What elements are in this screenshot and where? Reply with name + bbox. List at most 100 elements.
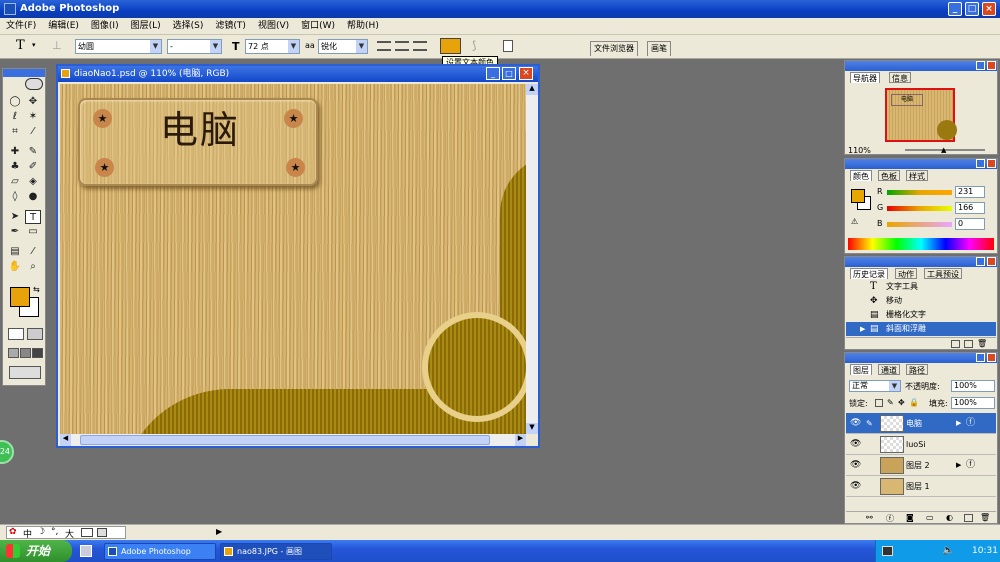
move-icon[interactable]: ✥	[25, 95, 41, 109]
show-desktop-icon[interactable]	[80, 545, 92, 557]
navigator-thumbnail[interactable]: 电脑	[885, 88, 957, 142]
font-family-select[interactable]: 幼圆 ▼	[75, 39, 162, 54]
color-ramp[interactable]	[848, 238, 994, 250]
lasso-icon[interactable]: ℓ	[7, 110, 23, 124]
ime-menu-icon[interactable]	[97, 528, 107, 537]
volume-icon[interactable]: 🔈	[942, 540, 954, 562]
path-selection-icon[interactable]: ➤	[7, 210, 23, 224]
punctuation-icon[interactable]: °,	[51, 527, 58, 537]
menu-edit[interactable]: 编辑(E)	[42, 18, 85, 35]
type-icon[interactable]: T	[25, 210, 41, 224]
dodge-icon[interactable]: ●	[25, 190, 41, 204]
scroll-up-icon[interactable]: ▲	[526, 84, 538, 95]
new-document-icon[interactable]	[951, 340, 960, 348]
screen-mode-standard-icon[interactable]	[8, 348, 19, 358]
layer-row[interactable]: 👁 luoSi	[846, 434, 996, 455]
layer-effects-icon[interactable]: ⓕ	[966, 413, 975, 434]
clock[interactable]: 10:31	[972, 540, 998, 562]
new-snapshot-icon[interactable]	[964, 340, 973, 348]
align-center-icon[interactable]	[395, 41, 409, 51]
maximize-button[interactable]: □	[965, 2, 979, 16]
doc-maximize-button[interactable]: □	[502, 67, 516, 80]
blur-icon[interactable]: ◊	[7, 190, 23, 204]
r-slider[interactable]	[887, 190, 952, 195]
screen-mode-menu-icon[interactable]	[20, 348, 31, 358]
new-set-icon[interactable]: ▭	[926, 513, 934, 522]
panel-close-button[interactable]	[987, 61, 996, 70]
menu-image[interactable]: 图像(I)	[85, 18, 125, 35]
menu-help[interactable]: 帮助(H)	[341, 18, 385, 35]
menu-file[interactable]: 文件(F)	[0, 18, 42, 35]
new-layer-icon[interactable]	[964, 514, 973, 522]
list-item[interactable]: ▶ ▤ 斜面和浮雕	[846, 322, 996, 336]
layer-effects-icon[interactable]: ⓕ	[966, 455, 975, 476]
standard-mode-icon[interactable]	[8, 328, 24, 340]
layer-row[interactable]: 👁 图层 1	[846, 476, 996, 497]
brush-icon[interactable]: ✎	[25, 145, 41, 159]
doc-minimize-button[interactable]: _	[486, 67, 500, 80]
tab-navigator[interactable]: 导航器	[850, 72, 880, 83]
fg-color-swatch[interactable]	[851, 189, 865, 203]
adjustment-layer-icon[interactable]: ◐	[946, 513, 953, 522]
image-canvas[interactable]: 电脑 ★ ★ ★ ★	[60, 84, 526, 434]
tab-color[interactable]: 颜色	[850, 170, 872, 181]
opacity-input[interactable]: 100%	[951, 380, 995, 392]
tab-tool-presets[interactable]: 工具预设	[924, 268, 962, 279]
menu-filter[interactable]: 滤镜(T)	[209, 18, 252, 35]
fullwidth-icon[interactable]: 大	[65, 527, 74, 540]
shape-icon[interactable]: ▭	[25, 225, 41, 239]
vertical-scrollbar[interactable]: ▲ ▼	[526, 84, 538, 434]
pen-icon[interactable]: ✒	[7, 225, 23, 239]
swap-colors-icon[interactable]: ⇆	[33, 285, 40, 294]
magic-wand-icon[interactable]: ✶	[25, 110, 41, 124]
slice-icon[interactable]: ⁄	[25, 125, 41, 139]
status-arrow-icon[interactable]: ▶	[216, 527, 222, 536]
brushes-tab[interactable]: 画笔	[647, 41, 671, 56]
expand-icon[interactable]: ▶	[956, 413, 961, 434]
list-item[interactable]: T 文字工具	[846, 280, 996, 294]
expand-icon[interactable]: ▶	[956, 455, 961, 476]
panel-minimize-button[interactable]	[976, 61, 985, 70]
panel-close-button[interactable]	[987, 159, 996, 168]
b-slider[interactable]	[887, 222, 952, 227]
align-left-icon[interactable]	[377, 41, 391, 51]
foreground-color-swatch[interactable]	[10, 287, 30, 307]
panel-close-button[interactable]	[987, 257, 996, 266]
minimize-button[interactable]: _	[948, 2, 962, 16]
add-style-icon[interactable]: ⓕ	[886, 513, 894, 524]
quick-mask-icon[interactable]	[27, 328, 43, 340]
tool-preset-dropdown-icon[interactable]: ▾	[32, 41, 36, 49]
close-button[interactable]: ×	[982, 2, 996, 16]
menu-layer[interactable]: 图层(L)	[125, 18, 167, 35]
zoom-slider-handle-icon[interactable]: ▲	[941, 146, 946, 154]
font-size-select[interactable]: 72 点 ▼	[245, 39, 300, 54]
tray-app-icon[interactable]	[882, 546, 893, 556]
text-tool-icon[interactable]: T	[16, 38, 25, 53]
scroll-right-icon[interactable]: ▶	[515, 434, 526, 446]
eye-icon[interactable]: 👁	[850, 455, 861, 476]
eye-icon[interactable]: 👁	[850, 476, 861, 497]
tab-styles[interactable]: 样式	[906, 170, 928, 181]
trash-icon[interactable]: 🗑	[977, 339, 987, 348]
task-paint[interactable]: nao83.JPG - 画图	[220, 543, 332, 560]
marquee-icon[interactable]: ◯	[7, 95, 23, 109]
eye-icon[interactable]	[25, 78, 43, 90]
horizontal-scrollbar[interactable]: ◀ ▶	[60, 434, 526, 446]
task-photoshop[interactable]: Adobe Photoshop	[104, 543, 216, 560]
hand-icon[interactable]: ✋	[7, 260, 23, 274]
link-icon[interactable]: ⚯	[866, 513, 873, 522]
tab-history[interactable]: 历史记录	[850, 268, 888, 279]
text-color-swatch[interactable]	[440, 38, 461, 54]
panel-minimize-button[interactable]	[976, 257, 985, 266]
lock-position-icon[interactable]: ✥	[898, 398, 905, 407]
lock-transparent-icon[interactable]	[875, 399, 883, 407]
layer-row[interactable]: 👁 图层 2 ▶ ⓕ	[846, 455, 996, 476]
g-input[interactable]: 166	[955, 202, 985, 214]
g-slider[interactable]	[887, 206, 952, 211]
tab-paths[interactable]: 路径	[906, 364, 928, 375]
stamp-icon[interactable]: ♣	[7, 160, 23, 174]
horizontal-scroll-thumb[interactable]	[80, 435, 490, 445]
eyedropper-icon[interactable]: ⁄	[25, 245, 41, 259]
eraser-icon[interactable]: ▱	[7, 175, 23, 189]
panel-minimize-button[interactable]	[976, 159, 985, 168]
